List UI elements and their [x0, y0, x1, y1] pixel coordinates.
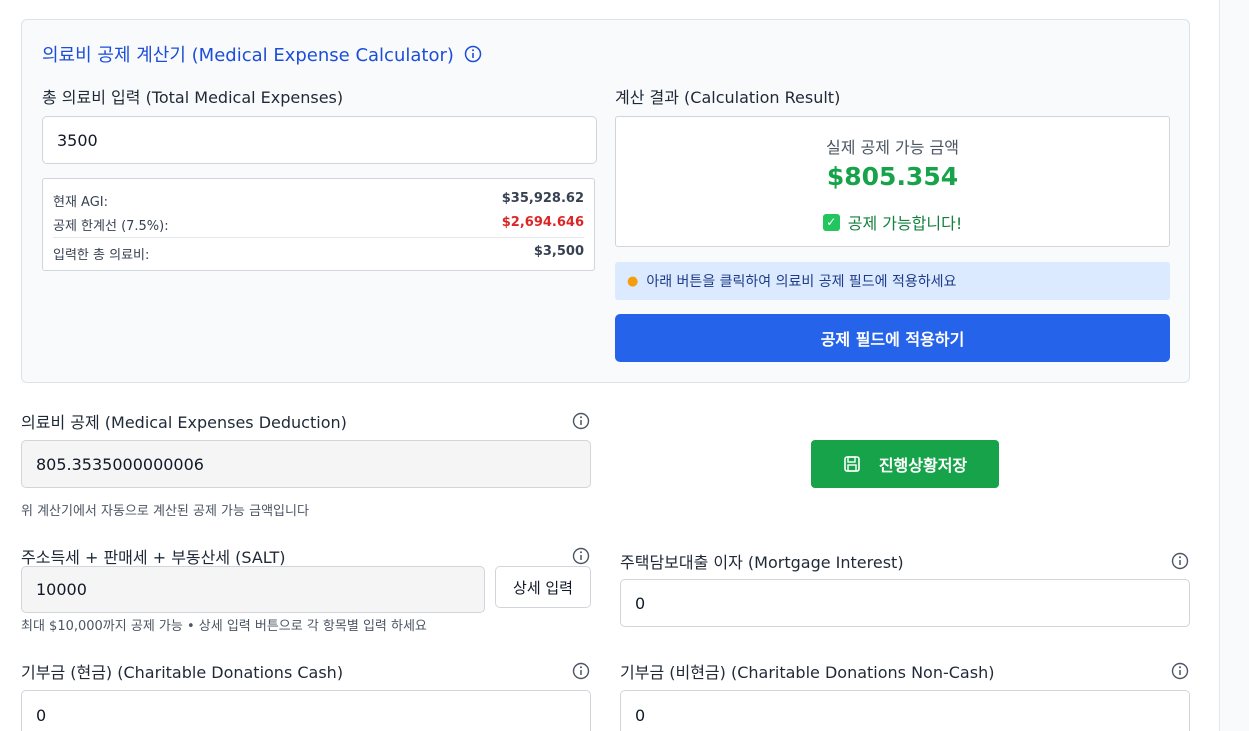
- total-expenses-input[interactable]: 3500: [42, 116, 597, 164]
- mortgage-input[interactable]: 0: [620, 579, 1190, 627]
- info-icon[interactable]: [572, 412, 590, 430]
- medical-calculator-card: 의료비 공제 계산기 (Medical Expense Calculator) …: [21, 19, 1190, 383]
- result-caption: 실제 공제 가능 금액: [825, 138, 960, 157]
- charity-noncash-value: 0: [635, 706, 646, 725]
- calculator-title-row: 의료비 공제 계산기 (Medical Expense Calculator): [42, 41, 482, 67]
- threshold-row: 공제 한계선 (7.5%): $2,694.646: [53, 215, 584, 234]
- charity-cash-value: 0: [36, 706, 47, 725]
- info-icon[interactable]: [572, 662, 590, 680]
- entered-row: 입력한 총 의료비: $3,500: [53, 244, 584, 263]
- medical-deduction-label: 의료비 공제 (Medical Expenses Deduction): [21, 413, 347, 432]
- lightbulb-icon: ●: [627, 273, 639, 289]
- info-icon[interactable]: [464, 45, 482, 63]
- threshold-label: 공제 한계선 (7.5%):: [53, 219, 169, 234]
- charity-noncash-input[interactable]: 0: [620, 690, 1190, 731]
- save-progress-button[interactable]: 진행상황저장: [811, 440, 999, 488]
- hint-banner: ● 아래 버튼을 클릭하여 의료비 공제 필드에 적용하세요: [615, 262, 1170, 300]
- salt-input[interactable]: 10000: [21, 566, 485, 613]
- agi-value: $35,928.62: [501, 191, 584, 206]
- calculator-title: 의료비 공제 계산기 (Medical Expense Calculator): [42, 45, 454, 66]
- result-status-text: 공제 가능합니다!: [847, 214, 963, 233]
- entered-value: $3,500: [533, 244, 584, 259]
- page-scrollbar[interactable]: [1219, 0, 1249, 731]
- medical-deduction-input[interactable]: 805.3535000000006: [21, 440, 591, 488]
- charity-cash-input[interactable]: 0: [21, 690, 591, 731]
- threshold-value: $2,694.646: [501, 215, 584, 230]
- summary-divider: [53, 237, 584, 238]
- result-amount: $805.354: [826, 162, 959, 191]
- entered-label: 입력한 총 의료비:: [53, 248, 150, 263]
- info-icon[interactable]: [1171, 662, 1189, 680]
- medical-deduction-value: 805.3535000000006: [36, 454, 204, 474]
- charity-noncash-label: 기부금 (비현금) (Charitable Donations Non-Cash…: [620, 663, 995, 682]
- agi-label: 현재 AGI:: [53, 195, 109, 210]
- result-status: ✓ 공제 가능합니다!: [616, 210, 1169, 234]
- calculation-summary: 현재 AGI: $35,928.62 공제 한계선 (7.5%): $2,694…: [42, 178, 595, 271]
- save-icon: [844, 456, 860, 472]
- mortgage-value: 0: [635, 593, 646, 613]
- charity-cash-label: 기부금 (현금) (Charitable Donations Cash): [21, 663, 344, 682]
- save-progress-label: 진행상황저장: [878, 456, 968, 475]
- agi-row: 현재 AGI: $35,928.62: [53, 191, 584, 210]
- result-panel: 실제 공제 가능 금액 $805.354 ✓ 공제 가능합니다!: [615, 116, 1170, 247]
- mortgage-label: 주택담보대출 이자 (Mortgage Interest): [620, 553, 904, 572]
- total-expenses-label: 총 의료비 입력 (Total Medical Expenses): [42, 88, 344, 107]
- salt-label: 주소득세 + 판매세 + 부동산세 (SALT): [21, 548, 286, 567]
- medical-deduction-helper: 위 계산기에서 자동으로 계산된 공제 가능 금액입니다: [21, 504, 309, 519]
- check-icon: ✓: [822, 213, 840, 231]
- info-icon[interactable]: [572, 547, 590, 565]
- salt-value: 10000: [36, 580, 87, 599]
- result-heading: 계산 결과 (Calculation Result): [615, 88, 841, 107]
- total-expenses-value: 3500: [57, 130, 98, 150]
- salt-detail-button[interactable]: 상세 입력: [495, 566, 591, 608]
- apply-deduction-button[interactable]: 공제 필드에 적용하기: [615, 314, 1170, 362]
- hint-text: 아래 버튼을 클릭하여 의료비 공제 필드에 적용하세요: [646, 274, 957, 290]
- info-icon[interactable]: [1171, 552, 1189, 570]
- salt-helper: 최대 $10,000까지 공제 가능 • 상세 입력 버튼으로 각 항목별 입력…: [21, 619, 427, 634]
